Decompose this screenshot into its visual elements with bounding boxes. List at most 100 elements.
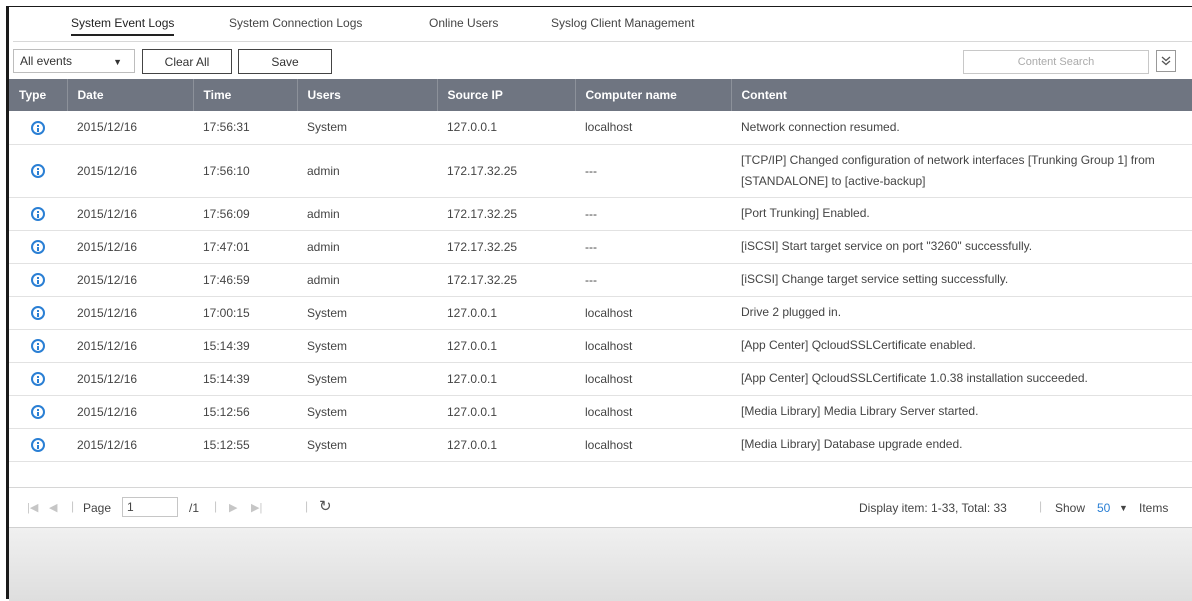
time-cell: 15:14:39 <box>193 329 297 363</box>
table-row[interactable]: 2015/12/16 15:14:39 System 127.0.0.1 loc… <box>9 329 1192 363</box>
column-header-users[interactable]: Users <box>297 79 438 111</box>
date-cell: 2015/12/16 <box>67 296 193 330</box>
table-row[interactable]: 2015/12/16 17:56:10 admin 172.17.32.25 -… <box>9 144 1192 198</box>
content-search-input[interactable] <box>963 50 1149 74</box>
table-header-row: Type Date Time Users Source IP Computer … <box>9 79 1192 111</box>
user-cell: admin <box>297 197 437 231</box>
user-cell: admin <box>297 230 437 264</box>
first-page-icon[interactable]: |◀ <box>27 501 38 514</box>
source-ip-cell: 127.0.0.1 <box>437 329 575 363</box>
tab-divider <box>13 41 1192 42</box>
computer-name-cell: localhost <box>575 428 731 462</box>
type-cell <box>9 230 67 264</box>
last-page-icon[interactable]: ▶| <box>251 501 262 514</box>
source-ip-cell: 127.0.0.1 <box>437 296 575 330</box>
tab-online-users[interactable]: Online Users <box>429 16 498 30</box>
system-logs-panel: System Event Logs System Connection Logs… <box>6 6 1192 601</box>
user-cell: System <box>297 111 437 145</box>
page-size-select[interactable]: 50 <box>1097 501 1110 515</box>
display-items-info: Display item: 1-33, Total: 33 <box>859 501 1007 515</box>
content-cell: Drive 2 plugged in. <box>731 296 1192 330</box>
table-row[interactable]: 2015/12/16 17:00:15 System 127.0.0.1 loc… <box>9 296 1192 330</box>
type-cell <box>9 263 67 297</box>
column-header-source-ip[interactable]: Source IP <box>437 79 576 111</box>
tab-bar: System Event Logs System Connection Logs… <box>9 7 1192 39</box>
type-cell <box>9 197 67 231</box>
info-icon <box>31 163 45 178</box>
date-cell: 2015/12/16 <box>67 428 193 462</box>
tab-system-connection-logs[interactable]: System Connection Logs <box>229 16 362 30</box>
caret-down-icon[interactable]: ▼ <box>1119 503 1128 513</box>
table-row[interactable]: 2015/12/16 17:46:59 admin 172.17.32.25 -… <box>9 263 1192 297</box>
items-label: Items <box>1139 501 1169 515</box>
date-cell: 2015/12/16 <box>67 263 193 297</box>
source-ip-cell: 172.17.32.25 <box>437 197 575 231</box>
column-header-time[interactable]: Time <box>193 79 298 111</box>
column-header-computer-name[interactable]: Computer name <box>575 79 732 111</box>
column-header-content[interactable]: Content <box>731 79 1192 111</box>
table-row[interactable]: 2015/12/16 15:12:55 System 127.0.0.1 loc… <box>9 428 1192 462</box>
time-cell: 15:14:39 <box>193 362 297 396</box>
save-button[interactable]: Save <box>238 49 332 74</box>
page-label: Page <box>83 501 112 515</box>
event-filter-select[interactable]: All events ▼ <box>13 49 135 73</box>
date-cell: 2015/12/16 <box>67 395 193 429</box>
source-ip-cell: 127.0.0.1 <box>437 362 575 396</box>
page-number-input[interactable] <box>122 497 178 517</box>
content-cell: [iSCSI] Change target service setting su… <box>731 263 1192 297</box>
info-icon <box>31 305 45 320</box>
previous-page-icon[interactable]: ◀ <box>49 501 57 514</box>
time-cell: 17:56:10 <box>193 144 297 198</box>
table-row[interactable]: 2015/12/16 15:12:56 System 127.0.0.1 loc… <box>9 395 1192 429</box>
source-ip-cell: 127.0.0.1 <box>437 428 575 462</box>
source-ip-cell: 172.17.32.25 <box>437 230 575 264</box>
next-page-icon[interactable]: ▶ <box>229 501 237 514</box>
info-icon <box>31 338 45 353</box>
total-pages-label: /1 <box>189 501 200 515</box>
type-cell <box>9 296 67 330</box>
user-cell: System <box>297 329 437 363</box>
time-cell: 17:47:01 <box>193 230 297 264</box>
event-log-table: Type Date Time Users Source IP Computer … <box>9 79 1192 462</box>
content-cell: [iSCSI] Start target service on port "32… <box>731 230 1192 264</box>
content-cell: [Port Trunking] Enabled. <box>731 197 1192 231</box>
user-cell: System <box>297 362 437 396</box>
pager-divider: | <box>71 499 75 513</box>
time-cell: 15:12:55 <box>193 428 297 462</box>
info-icon <box>31 371 45 386</box>
type-cell <box>9 362 67 396</box>
date-cell: 2015/12/16 <box>67 362 193 396</box>
event-filter-value: All events <box>20 54 73 68</box>
content-cell: [App Center] QcloudSSLCertificate 1.0.38… <box>731 362 1192 396</box>
content-cell: Network connection resumed. <box>731 111 1192 145</box>
time-cell: 15:12:56 <box>193 395 297 429</box>
column-header-date[interactable]: Date <box>67 79 194 111</box>
table-row[interactable]: 2015/12/16 17:56:31 System 127.0.0.1 loc… <box>9 111 1192 145</box>
table-row[interactable]: 2015/12/16 17:56:09 admin 172.17.32.25 -… <box>9 197 1192 231</box>
computer-name-cell: localhost <box>575 362 731 396</box>
column-header-type[interactable]: Type <box>9 79 68 111</box>
pagination-bar: |◀ ◀ | Page /1 | ▶ ▶| | ↻ Display item: … <box>9 487 1192 527</box>
content-cell: [TCP/IP] Changed configuration of networ… <box>731 144 1192 198</box>
computer-name-cell: localhost <box>575 395 731 429</box>
table-row[interactable]: 2015/12/16 15:14:39 System 127.0.0.1 loc… <box>9 362 1192 396</box>
type-cell <box>9 395 67 429</box>
content-cell: [Media Library] Database upgrade ended. <box>731 428 1192 462</box>
table-row[interactable]: 2015/12/16 17:47:01 admin 172.17.32.25 -… <box>9 230 1192 264</box>
computer-name-cell: localhost <box>575 329 731 363</box>
tab-syslog-client-management[interactable]: Syslog Client Management <box>551 16 694 30</box>
computer-name-cell: --- <box>575 197 731 231</box>
double-chevron-down-icon[interactable] <box>1156 50 1176 72</box>
source-ip-cell: 127.0.0.1 <box>437 111 575 145</box>
user-cell: System <box>297 428 437 462</box>
refresh-icon[interactable]: ↻ <box>319 497 332 515</box>
computer-name-cell: --- <box>575 144 731 198</box>
content-cell: [Media Library] Media Library Server sta… <box>731 395 1192 429</box>
toolbar: All events ▼ Clear All Save <box>9 45 1192 79</box>
clear-all-button[interactable]: Clear All <box>142 49 232 74</box>
computer-name-cell: localhost <box>575 111 731 145</box>
pager-divider: | <box>214 499 218 513</box>
tab-system-event-logs[interactable]: System Event Logs <box>71 16 175 36</box>
content-cell: [App Center] QcloudSSLCertificate enable… <box>731 329 1192 363</box>
pager-divider: | <box>1039 499 1043 513</box>
